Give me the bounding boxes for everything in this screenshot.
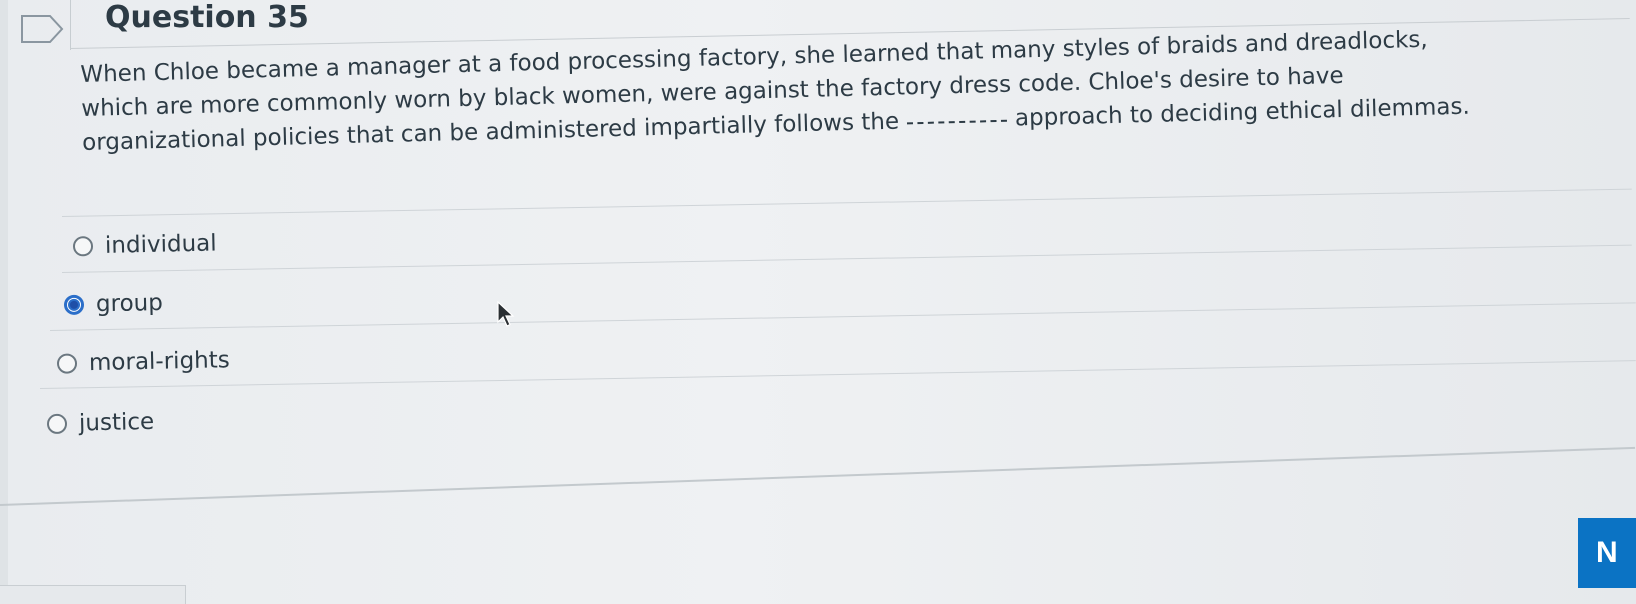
radio-moral-rights[interactable] bbox=[56, 353, 78, 374]
answer-divider bbox=[39, 360, 1636, 389]
radio-group-selected[interactable] bbox=[63, 294, 85, 316]
answer-option-moral-rights[interactable]: moral-rights bbox=[56, 347, 231, 377]
answer-option-group[interactable]: group bbox=[63, 289, 164, 318]
answer-divider bbox=[61, 188, 1632, 217]
answer-option-individual[interactable]: individual bbox=[72, 230, 217, 259]
answer-label-moral-rights: moral-rights bbox=[88, 347, 231, 377]
answer-label-group: group bbox=[95, 289, 164, 318]
answer-label-individual: individual bbox=[104, 230, 217, 259]
answer-divider bbox=[49, 302, 1636, 331]
next-button[interactable]: N bbox=[1578, 518, 1636, 588]
question-bottom-rule bbox=[0, 446, 1636, 506]
mouse-pointer-icon bbox=[497, 300, 515, 327]
radio-justice[interactable] bbox=[46, 413, 68, 435]
answer-label-justice: justice bbox=[78, 408, 155, 437]
radio-individual[interactable] bbox=[72, 236, 94, 257]
answer-divider bbox=[61, 244, 1632, 273]
bottom-tab bbox=[0, 585, 186, 604]
answer-option-justice[interactable]: justice bbox=[46, 408, 155, 437]
answers-list: individual group moral-rights justice bbox=[0, 0, 1636, 604]
